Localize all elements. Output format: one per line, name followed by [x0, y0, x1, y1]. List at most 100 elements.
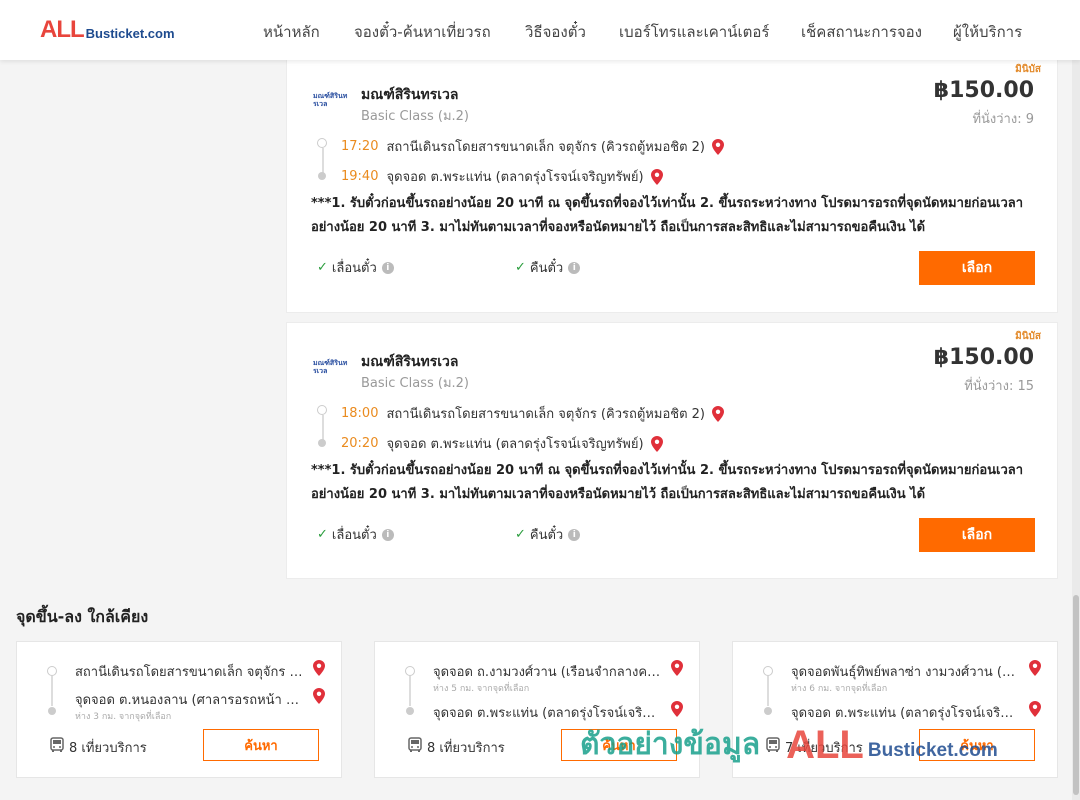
- depart-row: 18:00 สถานีเดินรถโดยสารขนาดเล็ก จตุจักร …: [341, 403, 725, 424]
- trip-note: ***1. รับตั๋วก่อนขึ้นรถอย่างน้อย 20 นาที…: [311, 196, 1024, 235]
- destination-dot-icon: [764, 707, 772, 715]
- operator-name: มณฑ์สิรินทรเวล: [361, 354, 459, 370]
- nearby-from: จุดจอดพันธุ์ทิพย์พลาซ่า งามวงศ์วาน (ฝั่ง…: [791, 665, 1019, 680]
- search-button[interactable]: ค้นหา: [919, 729, 1035, 761]
- destination-dot-icon: [406, 707, 414, 715]
- reschedule-label: เลื่อนตั๋ว: [331, 528, 377, 543]
- map-pin-icon[interactable]: [1028, 660, 1042, 676]
- nearby-from: จุดจอด ถ.งามวงศ์วาน (เรือนจำกลางคลองเปรม…: [433, 665, 661, 680]
- nav-phone-counter[interactable]: เบอร์โทรและเคาน์เตอร์: [619, 20, 769, 44]
- page-scrollbar[interactable]: [1072, 60, 1080, 800]
- arrive-time: 20:20: [341, 436, 379, 451]
- top-header: ALL Busticket.com หน้าหลัก จองตั๋ว-ค้นหา…: [0, 0, 1080, 60]
- map-pin-icon[interactable]: [1028, 701, 1042, 717]
- trip-card: มินิบัส มณฑ์สิรินทรเวล มณฑ์สิรินทรเวล Ba…: [286, 56, 1058, 313]
- nearby-distance: ห่าง 3 กม. จากจุดที่เลือก: [75, 712, 172, 722]
- nearby-to: จุดจอด ต.หนองลาน (ศาลารอรถหน้า รพ.สต.): [75, 693, 303, 708]
- select-trip-button[interactable]: เลือก: [919, 251, 1035, 285]
- reschedule-label: เลื่อนตั๋ว: [331, 261, 377, 276]
- nearby-card: จุดจอด ถ.งามวงศ์วาน (เรือนจำกลางคลองเปรม…: [374, 641, 700, 778]
- operator-logo-text: มณฑ์สิรินทรเวล: [313, 360, 348, 375]
- origin-dot-icon: [317, 138, 327, 148]
- nearby-card: จุดจอดพันธุ์ทิพย์พลาซ่า งามวงศ์วาน (ฝั่ง…: [732, 641, 1058, 778]
- site-logo[interactable]: ALL Busticket.com: [40, 18, 175, 42]
- ticket-price: ฿150.00: [933, 345, 1034, 370]
- map-pin-icon[interactable]: [670, 701, 684, 717]
- map-pin-icon[interactable]: [650, 168, 664, 185]
- arrive-row: 19:40 จุดจอด ต.พระแท่น (ตลาดรุ่งโรจน์เจร…: [341, 166, 664, 187]
- info-icon[interactable]: i: [568, 528, 581, 541]
- nav-how-to-book[interactable]: วิธีจองตั๋ว: [525, 20, 586, 44]
- info-icon[interactable]: i: [381, 261, 394, 274]
- nav-book-search[interactable]: จองตั๋ว-ค้นหาเที่ยวรถ: [354, 20, 491, 44]
- trip-count: 7 เที่ยวบริการ: [785, 741, 863, 756]
- map-pin-icon[interactable]: [650, 435, 664, 452]
- info-icon[interactable]: i: [381, 528, 394, 541]
- info-icon[interactable]: i: [568, 261, 581, 274]
- logo-all-text: ALL: [40, 16, 85, 43]
- check-icon: ✓: [515, 260, 526, 275]
- seats-available: ที่นั่งว่าง: 15: [964, 379, 1034, 394]
- origin-dot-icon: [405, 666, 415, 676]
- nearby-distance: ห่าง 6 กม. จากจุดที่เลือก: [791, 684, 888, 694]
- arrive-time: 19:40: [341, 169, 379, 184]
- origin-dot-icon: [763, 666, 773, 676]
- destination-dot-icon: [318, 172, 326, 180]
- bus-icon: [408, 737, 422, 752]
- bus-icon: [766, 737, 780, 752]
- arrive-place: จุดจอด ต.พระแท่น (ตลาดรุ่งโรจน์เจริญทรัพ…: [386, 437, 644, 452]
- vehicle-badge: มินิบัส: [1015, 331, 1041, 342]
- route-line: [322, 415, 324, 441]
- depart-time: 17:20: [341, 139, 379, 154]
- bus-icon: [50, 737, 64, 752]
- search-button[interactable]: ค้นหา: [561, 729, 677, 761]
- depart-place: สถานีเดินรถโดยสารขนาดเล็ก จตุจักร (คิวรถ…: [386, 407, 705, 422]
- arrive-place: จุดจอด ต.พระแท่น (ตลาดรุ่งโรจน์เจริญทรัพ…: [386, 170, 644, 185]
- map-pin-icon[interactable]: [711, 138, 725, 155]
- destination-dot-icon: [48, 707, 56, 715]
- origin-dot-icon: [317, 405, 327, 415]
- ticket-price: ฿150.00: [933, 78, 1034, 103]
- route-line: [409, 676, 411, 706]
- nav-operators[interactable]: ผู้ให้บริการ: [953, 20, 1022, 44]
- scrollbar-thumb[interactable]: [1073, 595, 1079, 795]
- nav-check-status[interactable]: เช็คสถานะการจอง: [801, 20, 922, 44]
- search-button[interactable]: ค้นหา: [203, 729, 319, 761]
- map-pin-icon[interactable]: [312, 688, 326, 704]
- seats-available: ที่นั่งว่าง: 9: [972, 112, 1034, 127]
- route-line: [51, 676, 53, 706]
- map-pin-icon[interactable]: [312, 660, 326, 676]
- map-pin-icon[interactable]: [711, 405, 725, 422]
- nav-home[interactable]: หน้าหลัก: [263, 20, 320, 44]
- depart-row: 17:20 สถานีเดินรถโดยสารขนาดเล็ก จตุจักร …: [341, 136, 725, 157]
- vehicle-badge: มินิบัส: [1015, 64, 1041, 75]
- check-icon: ✓: [317, 260, 328, 275]
- refund-option: ✓ คืนตั๋ว i: [515, 257, 581, 278]
- arrive-row: 20:20 จุดจอด ต.พระแท่น (ตลาดรุ่งโรจน์เจร…: [341, 433, 664, 454]
- route-line: [767, 676, 769, 706]
- operator-logo: มณฑ์สิรินทรเวล: [313, 93, 353, 108]
- operator-name: มณฑ์สิรินทรเวล: [361, 87, 459, 103]
- seat-class: Basic Class (ม.2): [361, 376, 469, 391]
- reschedule-option: ✓ เลื่อนตั๋ว i: [317, 524, 394, 545]
- check-icon: ✓: [317, 527, 328, 542]
- logo-rest-text: Busticket.com: [85, 26, 175, 41]
- trip-count: 8 เที่ยวบริการ: [427, 741, 505, 756]
- refund-option: ✓ คืนตั๋ว i: [515, 524, 581, 545]
- map-pin-icon[interactable]: [670, 660, 684, 676]
- nearby-section-title: จุดขึ้น-ลง ใกล้เคียง: [16, 607, 149, 626]
- seat-class: Basic Class (ม.2): [361, 109, 469, 124]
- nearby-card: สถานีเดินรถโดยสารขนาดเล็ก จตุจักร (คิวรถ…: [16, 641, 342, 778]
- destination-dot-icon: [318, 439, 326, 447]
- nearby-to: จุดจอด ต.พระแท่น (ตลาดรุ่งโรจน์เจริญทรัพ…: [433, 706, 661, 721]
- trip-card: มินิบัส มณฑ์สิรินทรเวล มณฑ์สิรินทรเวล Ba…: [286, 322, 1058, 579]
- depart-place: สถานีเดินรถโดยสารขนาดเล็ก จตุจักร (คิวรถ…: [386, 140, 705, 155]
- operator-logo-text: มณฑ์สิรินทรเวล: [313, 93, 348, 108]
- route-line: [322, 148, 324, 174]
- depart-time: 18:00: [341, 406, 379, 421]
- reschedule-option: ✓ เลื่อนตั๋ว i: [317, 257, 394, 278]
- nearby-to: จุดจอด ต.พระแท่น (ตลาดรุ่งโรจน์เจริญทรัพ…: [791, 706, 1019, 721]
- refund-label: คืนตั๋ว: [529, 528, 564, 543]
- select-trip-button[interactable]: เลือก: [919, 518, 1035, 552]
- nearby-distance: ห่าง 5 กม. จากจุดที่เลือก: [433, 684, 530, 694]
